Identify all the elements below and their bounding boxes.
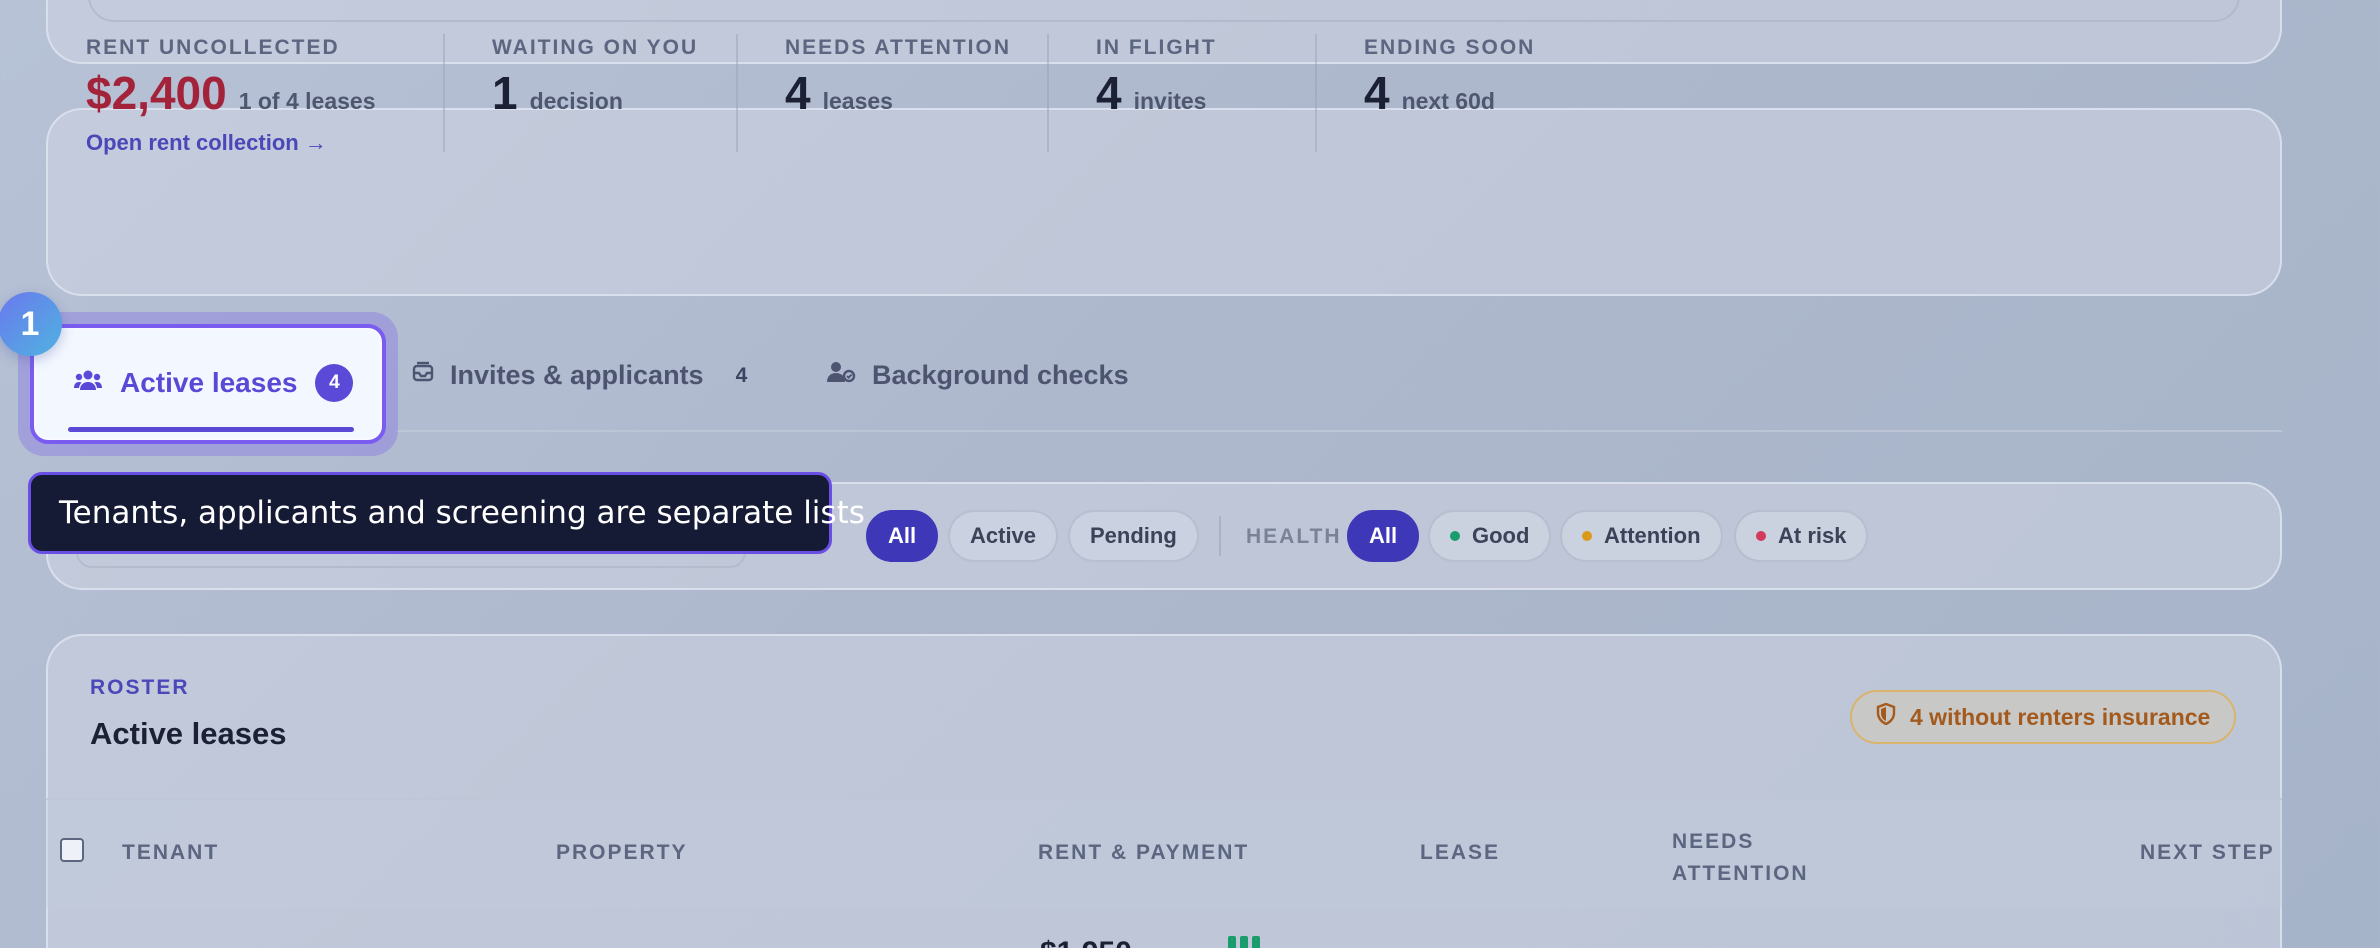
column-needs-attention[interactable]: NEEDS ATTENTION	[1672, 826, 1812, 890]
tour-tooltip: Tenants, applicants and screening are se…	[28, 472, 865, 554]
select-all-checkbox[interactable]	[60, 838, 84, 862]
health-filter-at-risk[interactable]: At risk	[1734, 510, 1869, 562]
column-lease[interactable]: LEASE	[1420, 841, 1500, 865]
stat-label: IN FLIGHT	[1096, 36, 1217, 59]
tab-active-leases[interactable]: Active leases 4	[18, 312, 398, 456]
users-icon	[74, 369, 102, 398]
stat-unit: invites	[1133, 88, 1207, 114]
page: RENT UNCOLLECTED $2,400 1 of 4 leases Op…	[0, 0, 2380, 948]
stat-label: RENT UNCOLLECTED	[86, 36, 340, 59]
insurance-warning-label: 4 without renters insurance	[1910, 703, 2211, 730]
stat-in-flight[interactable]: IN FLIGHT 4 invites	[1096, 36, 1217, 120]
row-rent-amount: $1,950	[1040, 936, 1132, 948]
divider	[1047, 34, 1049, 152]
stat-value: $2,400	[86, 67, 227, 119]
stat-label: ENDING SOON	[1364, 36, 1536, 59]
health-filter-label: HEALTH	[1246, 525, 1342, 548]
inbox-icon	[412, 361, 434, 390]
stat-label: WAITING ON YOU	[492, 36, 699, 59]
top-panel-inner	[88, 0, 2240, 22]
roster-eyebrow: ROSTER	[90, 676, 190, 699]
tab-count: 4	[735, 363, 748, 387]
stat-value: 4	[785, 67, 811, 119]
health-filter-good[interactable]: Good	[1428, 510, 1552, 562]
tab-background-checks[interactable]: Background checks	[826, 360, 1129, 391]
good-dot-icon	[1450, 531, 1460, 541]
active-tab-underline	[68, 427, 354, 432]
pill-label: Good	[1472, 523, 1530, 548]
column-tenant[interactable]: TENANT	[122, 841, 219, 865]
divider	[443, 34, 445, 152]
stat-unit: next 60d	[1401, 88, 1495, 114]
tour-step-badge: 1	[0, 292, 62, 356]
divider	[736, 34, 738, 152]
stat-unit: decision	[529, 88, 623, 114]
payment-history-icon	[1228, 936, 1260, 948]
stat-waiting-on-you[interactable]: WAITING ON YOU 1 decision	[492, 36, 698, 120]
pill-label: Attention	[1604, 523, 1701, 548]
open-rent-collection-link[interactable]: Open rent collection →	[86, 130, 327, 156]
tab-label: Background checks	[872, 360, 1129, 390]
stat-needs-attention[interactable]: NEEDS ATTENTION 4 leases	[785, 36, 1011, 120]
stat-unit: leases	[822, 88, 893, 114]
tab-label: Active leases	[120, 367, 298, 398]
stat-value: 4	[1096, 67, 1122, 119]
health-filter-all[interactable]: All	[1347, 510, 1420, 562]
filter-divider	[1219, 516, 1221, 556]
tab-label: Invites & applicants	[450, 360, 704, 390]
summary-card	[46, 108, 2282, 296]
stat-value: 1	[492, 67, 518, 119]
divider	[1315, 34, 1317, 152]
status-filter-all[interactable]: All	[866, 510, 939, 562]
shield-icon	[1876, 702, 1896, 731]
pill-label: At risk	[1778, 523, 1847, 548]
column-next-step[interactable]: NEXT STEP	[2140, 841, 2275, 865]
at-risk-dot-icon	[1756, 531, 1766, 541]
roster-title: Active leases	[90, 716, 287, 751]
stat-unit: 1 of 4 leases	[238, 88, 376, 114]
status-filter-active[interactable]: Active	[948, 510, 1059, 562]
tab-invites-applicants[interactable]: Invites & applicants 4	[412, 360, 747, 391]
attention-dot-icon	[1582, 531, 1592, 541]
stat-ending-soon[interactable]: ENDING SOON 4 next 60d	[1364, 36, 1535, 120]
insurance-warning-badge[interactable]: 4 without renters insurance	[1850, 690, 2236, 744]
health-filter-attention[interactable]: Attention	[1560, 510, 1723, 562]
stat-label: NEEDS ATTENTION	[785, 36, 1012, 59]
status-filter-pending[interactable]: Pending	[1068, 510, 1199, 562]
column-rent-payment[interactable]: RENT & PAYMENT	[1038, 841, 1249, 865]
stat-rent-uncollected: RENT UNCOLLECTED $2,400 1 of 4 leases Op…	[86, 36, 376, 156]
stat-value: 4	[1364, 67, 1390, 119]
column-property[interactable]: PROPERTY	[556, 841, 688, 865]
tab-bar-border	[396, 430, 2282, 432]
user-check-icon	[826, 360, 856, 391]
tab-count-badge: 4	[315, 364, 354, 402]
